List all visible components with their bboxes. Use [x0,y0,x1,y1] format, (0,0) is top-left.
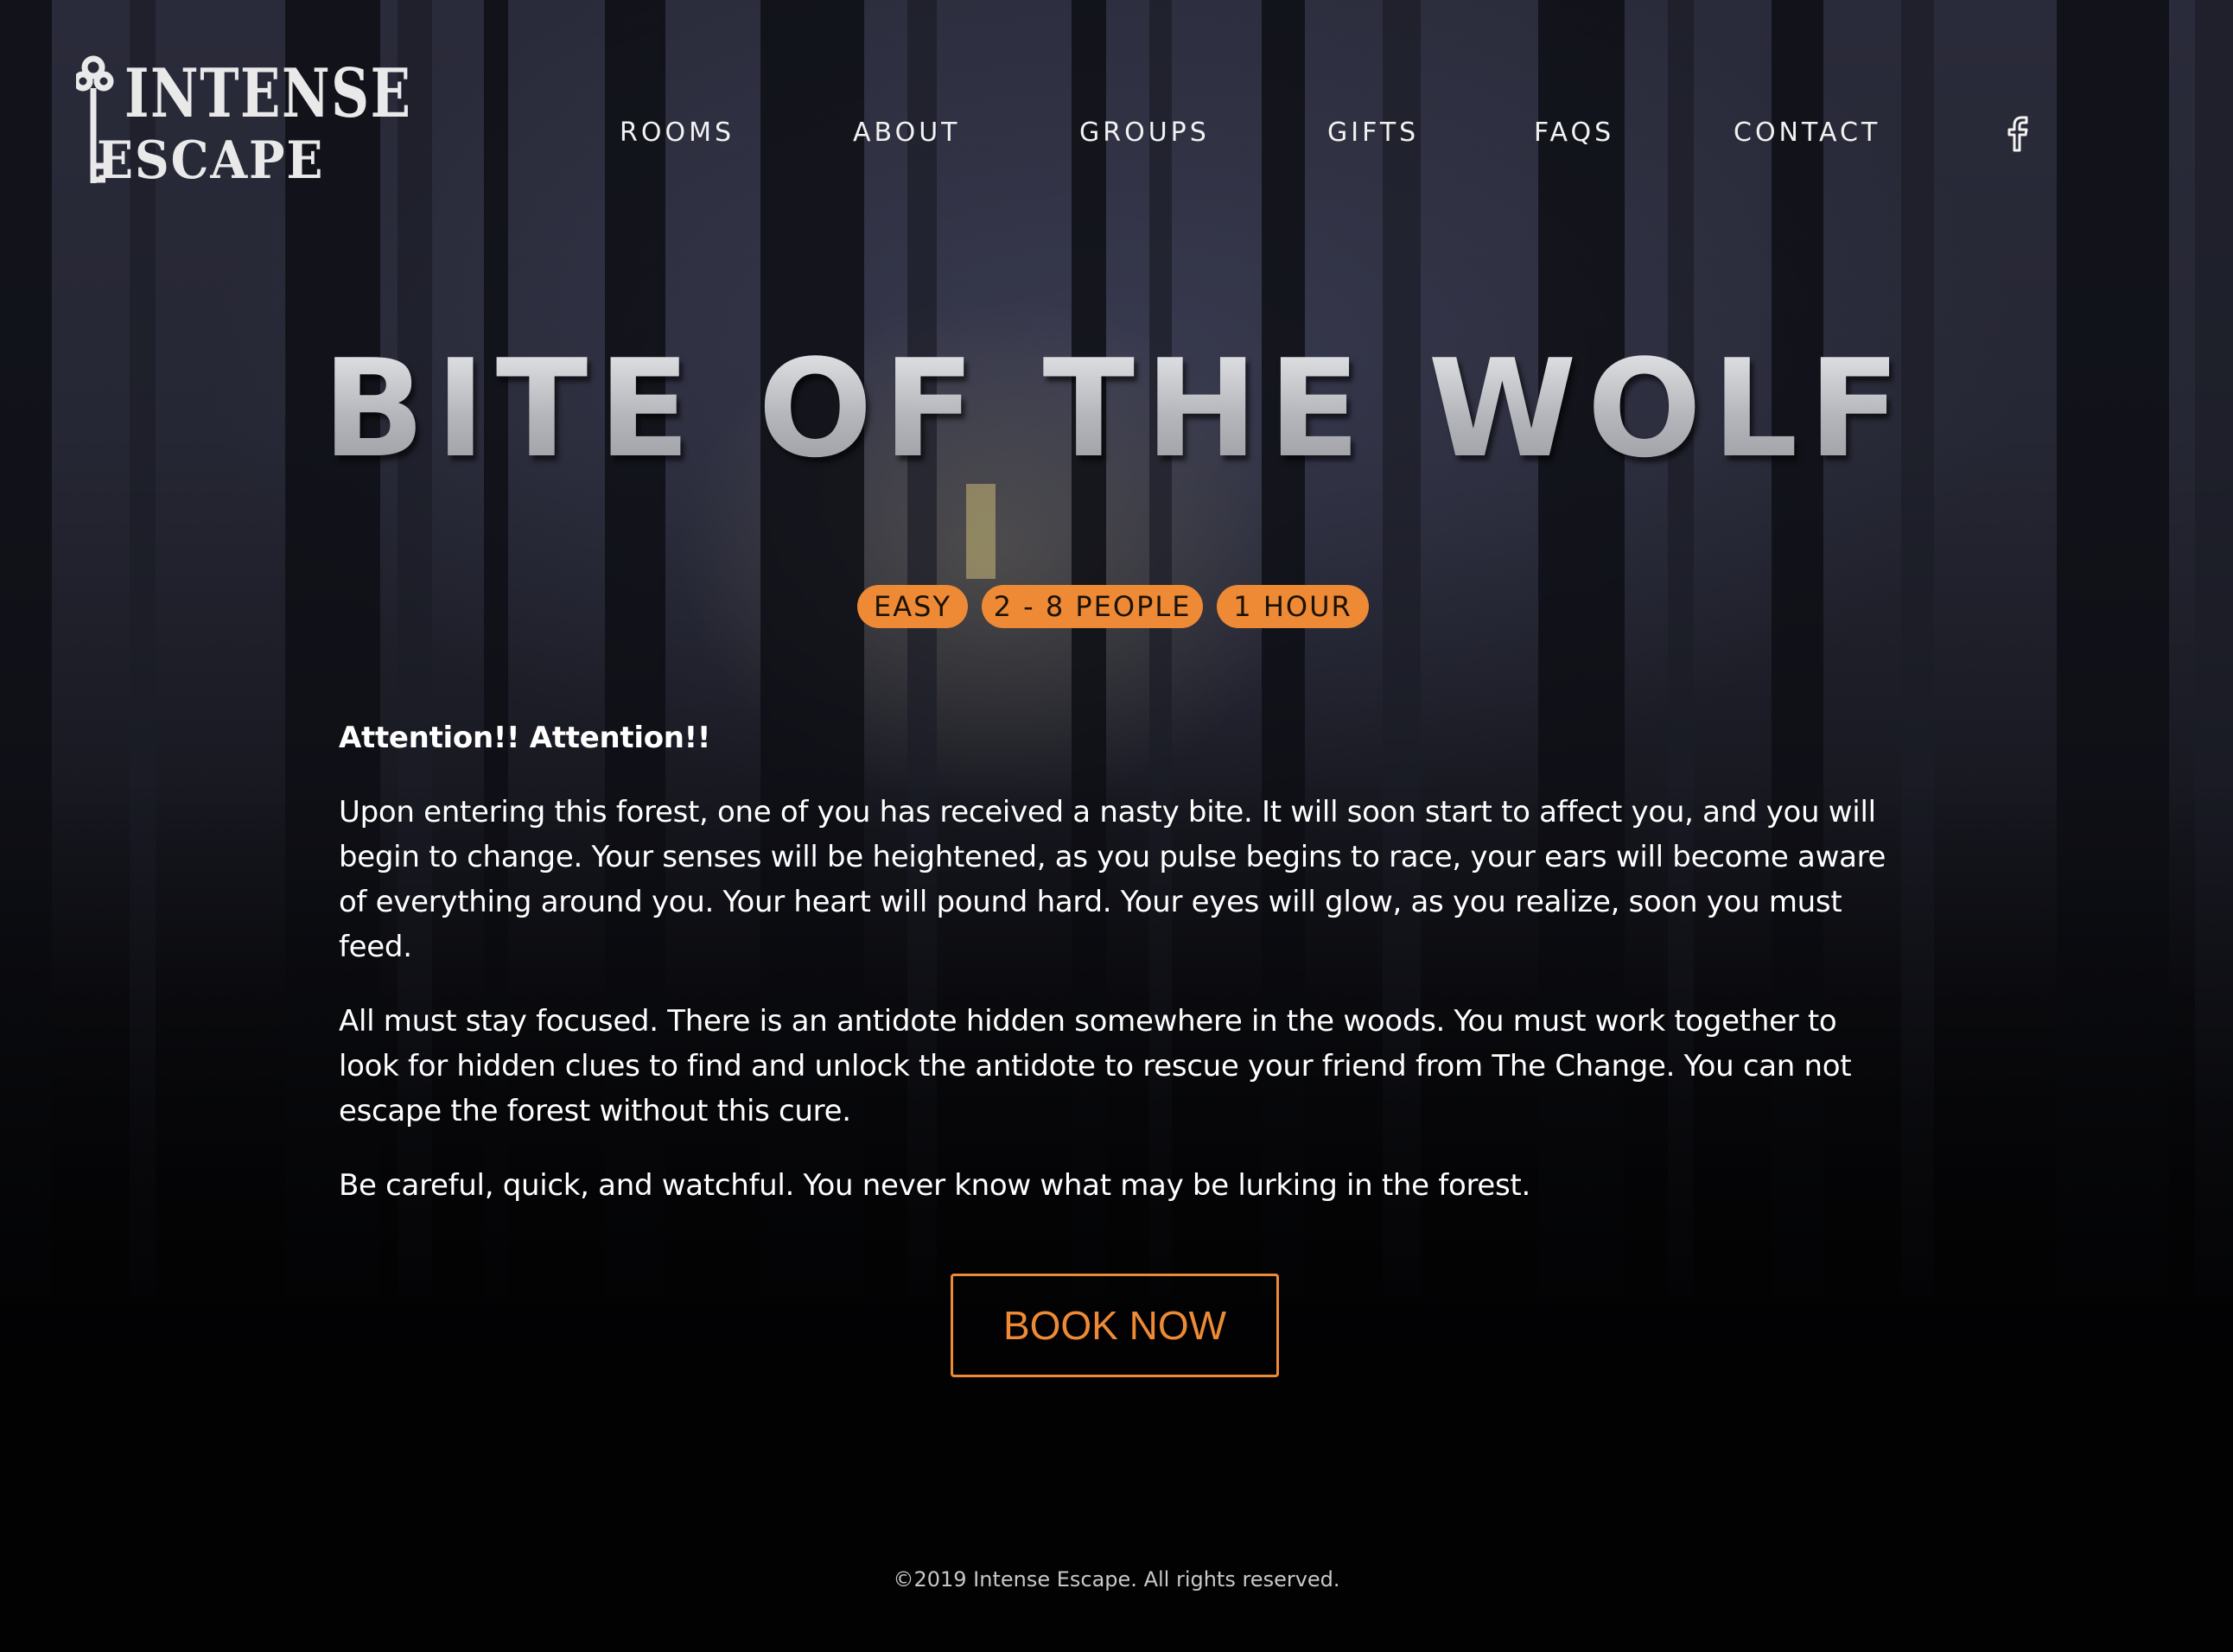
nav-item-about[interactable]: ABOUT [853,118,960,148]
facebook-icon[interactable] [2003,111,2033,152]
difficulty-badge: EASY [857,585,968,628]
main-nav: ROOMS ABOUT GROUPS GIFTS FAQS CONTACT [0,118,2233,152]
description-paragraph: All must stay focused. There is an antid… [339,1004,1852,1128]
nav-item-gifts[interactable]: GIFTS [1327,118,1419,148]
description-paragraph: Be careful, quick, and watchful. You nev… [339,1168,1530,1203]
book-now-button[interactable]: BOOK NOW [951,1274,1279,1377]
page: INTENSE ESCAPE ROOMS ABOUT GROUPS GIFTS … [0,0,2233,1652]
nav-item-contact[interactable]: CONTACT [1734,118,1880,148]
room-badges: EASY 2 - 8 PEOPLE 1 HOUR [0,585,2233,628]
room-description: Attention!! Attention!! Upon entering th… [339,715,1894,1237]
footer-copyright: ©2019 Intense Escape. All rights reserve… [893,1567,1340,1592]
description-lead: Attention!! Attention!! [339,721,711,755]
duration-badge: 1 HOUR [1217,585,1369,628]
page-title: BITE OF THE WOLF [0,341,2233,476]
group-size-badge: 2 - 8 PEOPLE [982,585,1203,628]
nav-item-groups[interactable]: GROUPS [1079,118,1210,148]
nav-item-rooms[interactable]: ROOMS [620,118,735,148]
description-paragraph: Upon entering this forest, one of you ha… [339,795,1886,964]
nav-item-faqs[interactable]: FAQS [1534,118,1614,148]
